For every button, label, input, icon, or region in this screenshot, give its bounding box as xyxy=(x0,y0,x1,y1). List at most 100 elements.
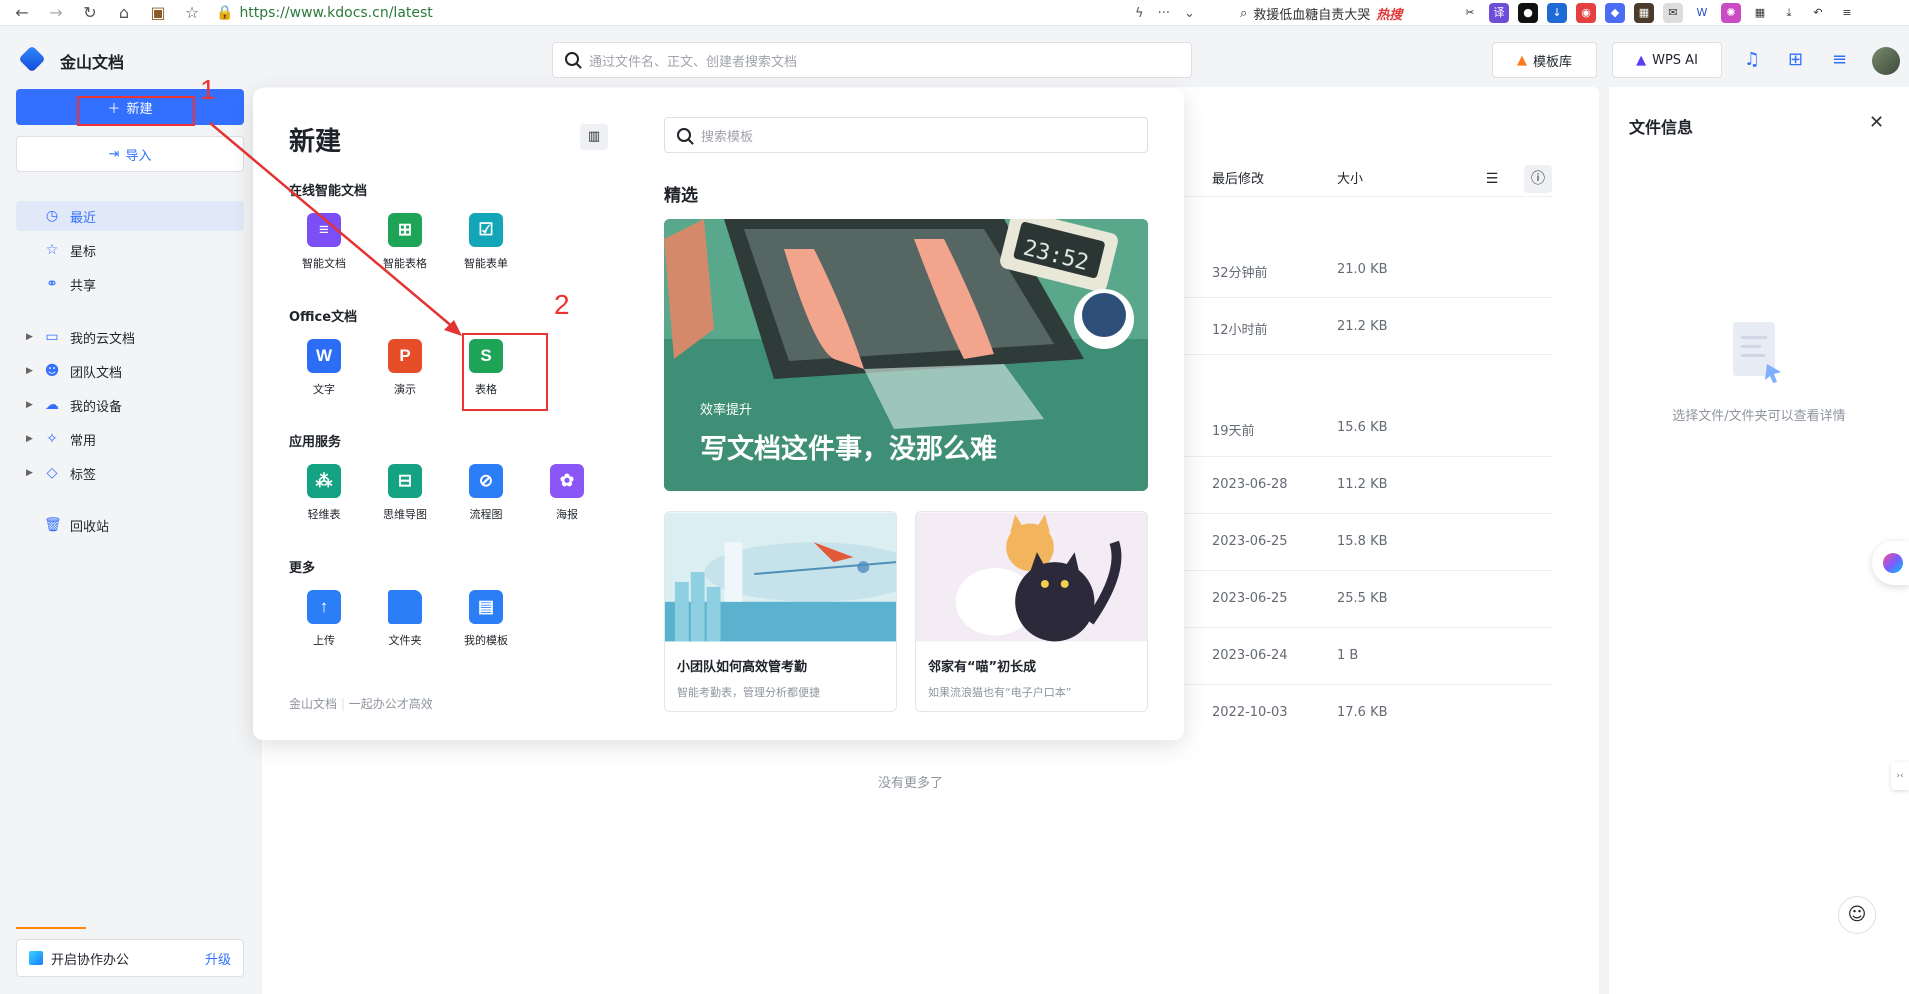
wps-ext-icon[interactable]: W xyxy=(1692,3,1712,23)
reload-icon[interactable]: ↻ xyxy=(78,3,102,22)
address-bar[interactable]: 🔒 https://www.kdocs.cn/latest xyxy=(216,0,433,26)
sidebar-item-devices[interactable]: ▶ ☁ 我的设备 xyxy=(16,390,244,420)
close-icon[interactable]: ✕ xyxy=(1869,112,1884,133)
grid-ext-icon[interactable]: ▦ xyxy=(1750,3,1770,23)
featured-title: 精选 xyxy=(664,186,698,206)
bookmark-star-icon[interactable]: ☆ xyxy=(180,3,204,22)
smart-sheet-tile[interactable]: ⊞ 智能表格 xyxy=(370,213,440,271)
layout-toggle-icon[interactable]: ▥ xyxy=(580,124,608,150)
template-library-button[interactable]: ▲ 模板库 xyxy=(1492,42,1597,78)
doc-search-input[interactable]: 通过文件名、正文、创建者搜索文档 xyxy=(552,42,1192,78)
info-icon[interactable]: ⓘ xyxy=(1524,165,1552,193)
import-icon: ⇥ xyxy=(108,146,120,162)
import-button[interactable]: ⇥ 导入 xyxy=(16,136,244,172)
sidebar-item-label: 团队文档 xyxy=(70,365,123,381)
chevron-down-icon[interactable]: ⌄ xyxy=(1184,6,1195,21)
sort-settings-icon[interactable]: ☰ xyxy=(1478,165,1506,193)
column-modified[interactable]: 最后修改 xyxy=(1212,168,1264,187)
sidebar-item-shared[interactable]: ⚭ 共享 xyxy=(16,269,244,299)
side-collapse-tab[interactable]: ›‹ xyxy=(1891,762,1909,790)
caret-right-icon[interactable]: ▶ xyxy=(26,434,33,444)
puzzle-icon[interactable]: ◆ xyxy=(1605,3,1625,23)
tag-icon: ◇ xyxy=(46,465,58,481)
sidebar-item-trash[interactable]: 🗑 回收站 xyxy=(16,510,244,540)
annotation-box-spreadsheet xyxy=(462,333,548,411)
bell-icon[interactable]: ♫ xyxy=(1744,49,1760,70)
mindmap-tile[interactable]: ⊟ 思维导图 xyxy=(370,464,440,522)
tile-label: 轻维表 xyxy=(307,508,341,521)
sidebar-item-tags[interactable]: ▶ ◇ 标签 xyxy=(16,458,244,488)
brain-icon[interactable]: ✺ xyxy=(1721,3,1741,23)
clock-icon: ◷ xyxy=(45,208,59,224)
star-icon: ☆ xyxy=(45,242,59,258)
sidebar-item-starred[interactable]: ☆ 星标 xyxy=(16,235,244,265)
upload-tile[interactable]: ↑ 上传 xyxy=(289,590,359,648)
light-table-tile[interactable]: ⁂ 轻维表 xyxy=(289,464,359,522)
undo-icon[interactable]: ↶ xyxy=(1808,3,1828,23)
presentation-tile[interactable]: P 演示 xyxy=(370,339,440,397)
featured-banner[interactable]: 23:52 效率提升 写文档这件事，没那么难 xyxy=(664,219,1148,491)
downloads-icon[interactable]: ⤓ xyxy=(1779,3,1799,23)
smart-sheet-icon: ⊞ xyxy=(388,213,422,247)
flowchart-tile[interactable]: ⊘ 流程图 xyxy=(451,464,521,522)
camera-icon[interactable]: ◉ xyxy=(1576,3,1596,23)
extension-badge-icon[interactable]: ● xyxy=(1518,3,1538,23)
caret-right-icon[interactable]: ▶ xyxy=(26,332,33,342)
collab-banner[interactable]: 开启协作办公 升级 xyxy=(16,939,244,977)
app-name: 金山文档 xyxy=(60,53,125,72)
lightning-icon[interactable]: ϟ xyxy=(1135,6,1144,21)
section-title: 在线智能文档 xyxy=(289,184,368,199)
ai-assistant-tab[interactable] xyxy=(1872,541,1909,585)
cube-icon xyxy=(29,951,43,965)
list-menu-icon[interactable]: ≡ xyxy=(1832,49,1847,70)
smart-form-tile[interactable]: ☑ 智能表单 xyxy=(451,213,521,271)
avatar[interactable] xyxy=(1872,47,1900,75)
word-tile[interactable]: W 文字 xyxy=(289,339,359,397)
share-ext-icon[interactable]: ▦ xyxy=(1634,3,1654,23)
kdocs-logo-icon xyxy=(18,45,46,73)
card-thumbnail xyxy=(916,512,1147,642)
upgrade-link[interactable]: 升级 xyxy=(205,949,231,968)
back-icon[interactable]: ← xyxy=(10,3,34,22)
sidebar-item-frequent[interactable]: ▶ ✧ 常用 xyxy=(16,424,244,454)
sidebar-item-recent[interactable]: ◷ 最近 xyxy=(16,201,244,231)
tile-label: 演示 xyxy=(394,383,416,396)
url-text: https://www.kdocs.cn/latest xyxy=(239,5,433,21)
wps-ai-button[interactable]: ▲ WPS AI xyxy=(1612,42,1722,78)
my-template-tile[interactable]: ▤ 我的模板 xyxy=(451,590,521,648)
smart-doc-tile[interactable]: ≡ 智能文档 xyxy=(289,213,359,271)
sidebar-item-label: 我的设备 xyxy=(70,399,123,415)
template-card[interactable]: 邻家有“喵”初长成 如果流浪猫也有“电子户口本” xyxy=(915,511,1148,712)
smart-form-icon: ☑ xyxy=(469,213,503,247)
caret-right-icon[interactable]: ▶ xyxy=(26,400,33,410)
poster-tile[interactable]: ✿ 海报 xyxy=(532,464,602,522)
card-subtitle: 如果流浪猫也有“电子户口本” xyxy=(928,686,1072,699)
forward-icon[interactable]: → xyxy=(44,3,68,22)
translate-icon[interactable]: 译 xyxy=(1489,3,1509,23)
news-search[interactable]: ⌕ 救援低血糖自责大哭 热搜 xyxy=(1240,2,1445,24)
folder-tile[interactable]: 文件夹 xyxy=(370,590,440,648)
download-ext-icon[interactable]: ↓ xyxy=(1547,3,1567,23)
flowchart-icon: ⊘ xyxy=(469,464,503,498)
column-size[interactable]: 大小 xyxy=(1337,168,1363,187)
divider xyxy=(1180,297,1552,298)
briefcase-icon[interactable]: ▣ xyxy=(146,3,170,22)
row-size: 25.5 KB xyxy=(1337,591,1388,606)
row-size: 1 B xyxy=(1337,648,1359,663)
caret-right-icon[interactable]: ▶ xyxy=(26,468,33,478)
row-size: 15.8 KB xyxy=(1337,534,1388,549)
sidebar-item-team[interactable]: ▶ ☻ 团队文档 xyxy=(16,356,244,386)
caret-right-icon[interactable]: ▶ xyxy=(26,366,33,376)
apps-grid-icon[interactable]: ⊞ xyxy=(1788,49,1803,70)
sidebar-item-my-cloud[interactable]: ▶ ▭ 我的云文档 xyxy=(16,322,244,352)
template-card[interactable]: 小团队如何高效管考勤 智能考勤表，管理分析都便捷 xyxy=(664,511,897,712)
banner-headline: 写文档这件事，没那么难 xyxy=(700,434,997,465)
menu-icon[interactable]: ≡ xyxy=(1837,3,1857,23)
help-assistant-icon[interactable]: ☺ xyxy=(1838,896,1876,934)
scissors-icon[interactable]: ✂ xyxy=(1460,3,1480,23)
mail-icon[interactable]: ✉ xyxy=(1663,3,1683,23)
sidebar-item-label: 星标 xyxy=(70,244,97,260)
template-search-input[interactable]: 搜索模板 xyxy=(664,117,1148,153)
more-dots-icon[interactable]: ··· xyxy=(1158,6,1170,21)
home-icon[interactable]: ⌂ xyxy=(112,3,136,22)
